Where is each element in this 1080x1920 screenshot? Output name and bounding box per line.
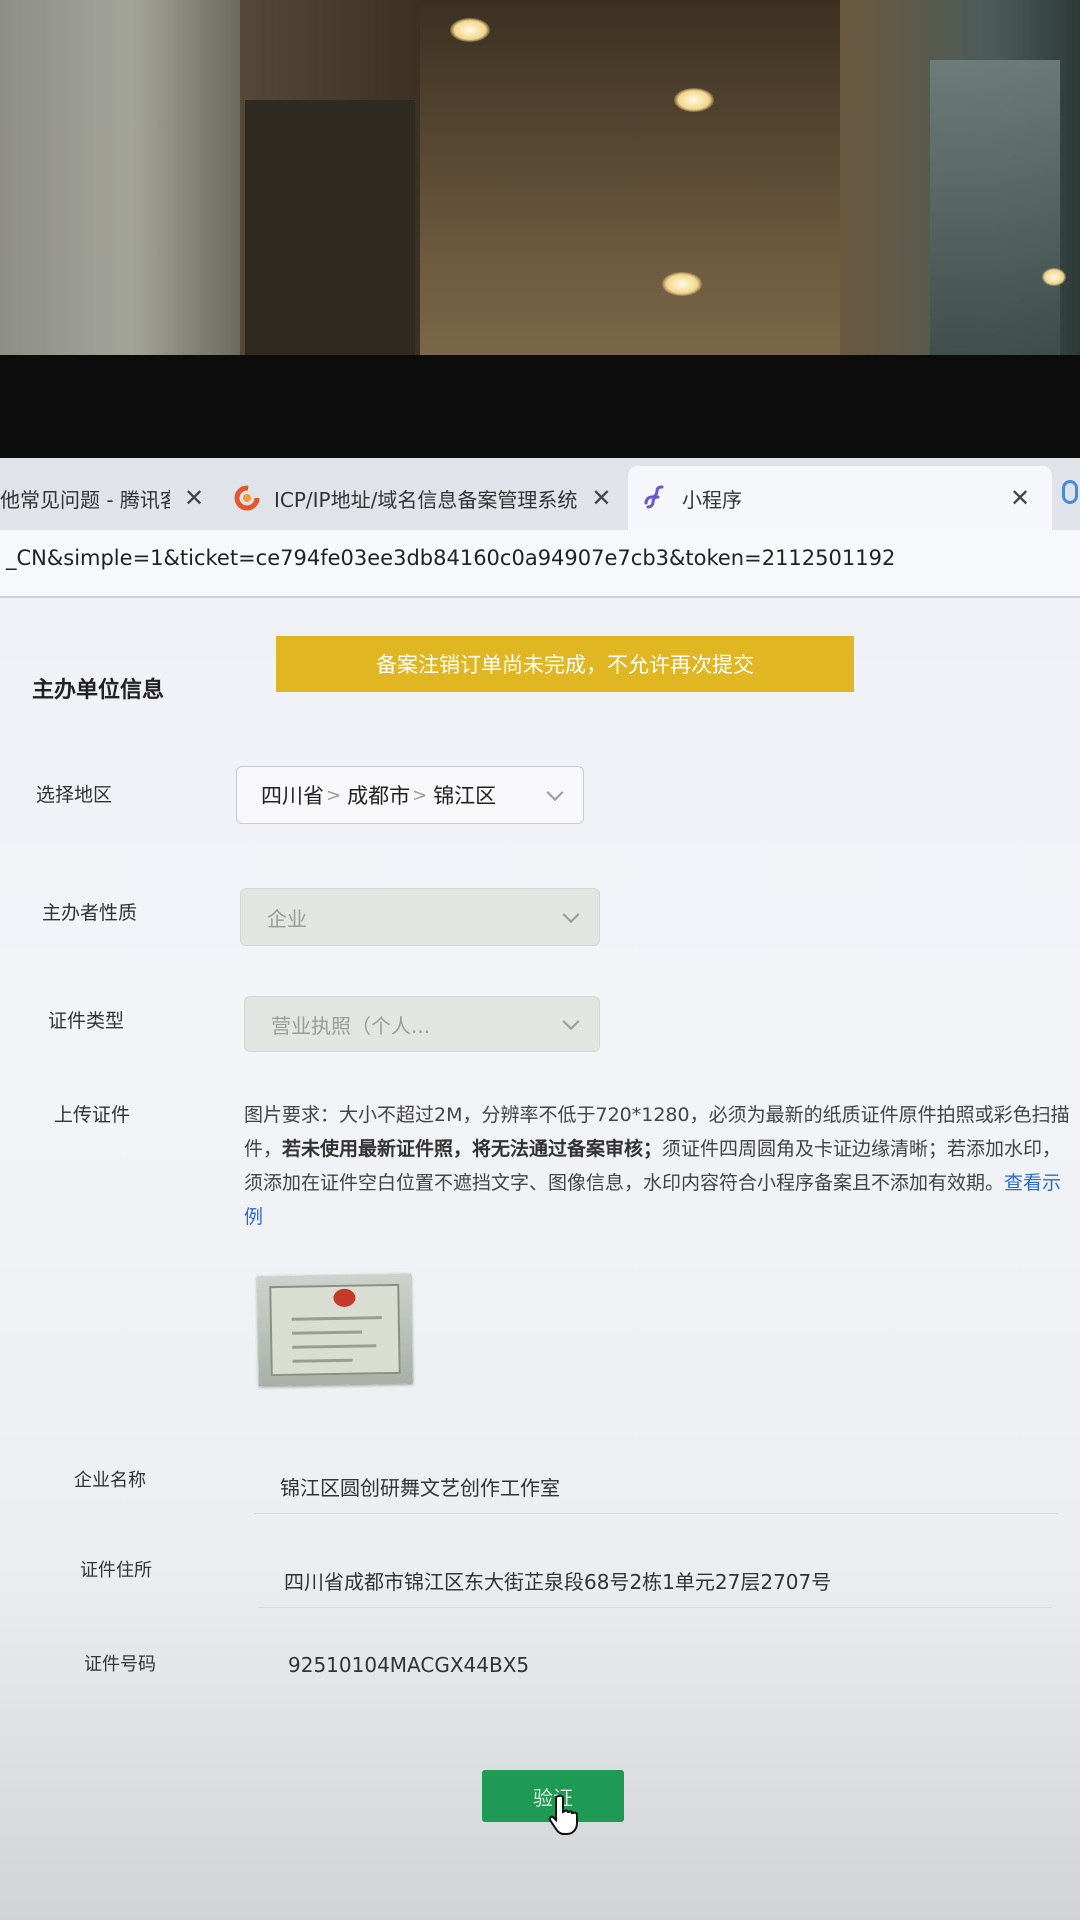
ceiling-light <box>1042 268 1066 286</box>
upload-label: 上传证件 <box>54 1104 131 1126</box>
address-bar[interactable]: _CN&simple=1&ticket=ce794fe03ee3db84160c… <box>0 530 1080 598</box>
chevron-right-icon: > <box>412 784 428 806</box>
ceiling-light <box>450 18 490 42</box>
ceiling-light <box>674 88 714 112</box>
miniprogram-icon <box>642 485 668 511</box>
tab-title: ICP/IP地址/域名信息备案管理系统 <box>274 487 578 512</box>
next-tab-icon[interactable] <box>1062 480 1078 504</box>
tab-title: 他常见问题 - 腾讯客 <box>0 487 170 512</box>
uploaded-license-thumbnail[interactable] <box>257 1273 413 1387</box>
tab-bar: 他常见问题 - 腾讯客 ✕ ICP/IP地址/域名信息备案管理系统 ✕ 小程序 … <box>0 458 1080 530</box>
cert-no-field[interactable]: 92510104MACGX44BX5 <box>262 1638 1042 1692</box>
section-title: 主办单位信息 <box>32 678 165 703</box>
region-selector[interactable]: 四川省 > 成都市 > 锦江区 <box>236 766 584 824</box>
requirement-warning: 若未使用最新证件照，将无法通过备案审核； <box>282 1138 663 1160</box>
glass-partition <box>930 60 1060 360</box>
address-field[interactable]: 四川省成都市锦江区东大街芷泉段68号2栋1单元27层2707号 <box>258 1554 1052 1608</box>
close-icon[interactable]: ✕ <box>184 484 204 512</box>
chevron-down-icon <box>562 1013 580 1031</box>
monitor-bezel <box>0 355 1080 460</box>
license-image <box>269 1283 401 1377</box>
doorway <box>245 100 415 370</box>
cert-no-label: 证件号码 <box>84 1654 156 1675</box>
tab-title: 小程序 <box>682 487 742 512</box>
close-icon[interactable]: ✕ <box>591 484 611 512</box>
cert-type-select[interactable]: 营业执照（个人... <box>244 996 600 1052</box>
tab-miniprogram[interactable]: 小程序 ✕ <box>628 466 1052 530</box>
address-label: 证件住所 <box>80 1560 152 1581</box>
chevron-down-icon <box>546 784 564 802</box>
nature-select[interactable]: 企业 <box>240 888 600 946</box>
upload-requirements: 图片要求：大小不超过2M，分辨率不低于720*1280，必须为最新的纸质证件原件… <box>244 1098 1074 1234</box>
district-value: 锦江区 <box>433 784 497 808</box>
nature-label: 主办者性质 <box>42 902 138 924</box>
province-value: 四川省 <box>261 784 324 808</box>
tab-icp-system[interactable]: ICP/IP地址/域名信息备案管理系统 ✕ <box>228 466 626 530</box>
close-icon[interactable]: ✕ <box>1010 484 1030 512</box>
cert-type-label: 证件类型 <box>48 1010 125 1032</box>
chevron-down-icon <box>562 906 580 924</box>
wall <box>0 0 240 370</box>
corridor <box>420 0 840 370</box>
company-name-label: 企业名称 <box>74 1470 146 1491</box>
region-label: 选择地区 <box>36 784 113 806</box>
nature-value: 企业 <box>267 906 307 931</box>
hand-cursor-icon <box>548 1794 578 1835</box>
cert-type-value: 营业执照（个人... <box>271 1013 431 1038</box>
tab-tencent-faq[interactable]: 他常见问题 - 腾讯客 ✕ <box>0 466 218 530</box>
emblem-icon <box>333 1288 356 1308</box>
warning-banner: 备案注销订单尚未完成，不允许再次提交 <box>276 636 854 692</box>
browser-window: 他常见问题 - 腾讯客 ✕ ICP/IP地址/域名信息备案管理系统 ✕ 小程序 … <box>0 458 1080 1920</box>
photo-background <box>0 0 1080 370</box>
company-name-field[interactable]: 锦江区圆创研舞文艺创作工作室 <box>254 1460 1058 1514</box>
ceiling-light <box>662 272 702 296</box>
url-text: _CN&simple=1&ticket=ce794fe03ee3db84160c… <box>6 546 896 570</box>
city-value: 成都市 <box>347 784 411 808</box>
chevron-right-icon: > <box>326 784 342 806</box>
icp-logo-icon <box>234 485 260 511</box>
